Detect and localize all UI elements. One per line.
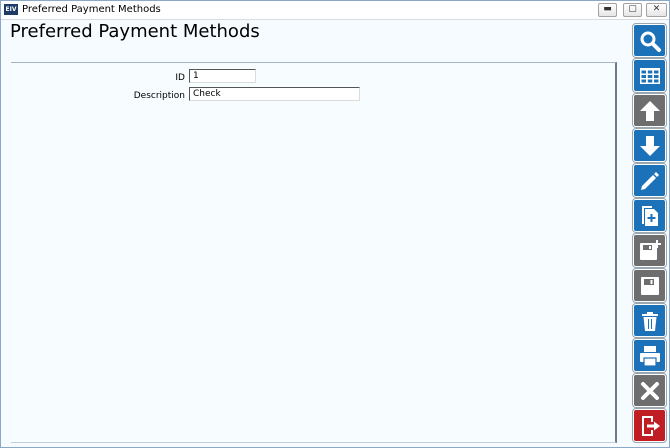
grid-view-button[interactable] <box>633 59 666 92</box>
delete-button[interactable] <box>633 304 666 337</box>
page-title: Preferred Payment Methods <box>10 21 260 42</box>
arrow-down-icon <box>639 135 660 156</box>
id-label: ID <box>175 73 185 83</box>
exit-button[interactable] <box>633 409 666 442</box>
search-icon <box>640 31 661 52</box>
save-button[interactable] <box>633 269 666 302</box>
id-field[interactable]: 1 <box>189 69 256 83</box>
exit-door-icon <box>641 415 660 436</box>
arrow-up-icon <box>639 100 660 121</box>
search-button[interactable] <box>633 24 666 57</box>
trash-icon <box>641 311 658 331</box>
maximize-button[interactable]: ▢ <box>623 3 642 17</box>
pencil-icon <box>640 171 659 190</box>
window-title: Preferred Payment Methods <box>22 4 161 15</box>
minimize-button[interactable]: ▬ <box>598 3 617 17</box>
close-window-button[interactable]: ✕ <box>646 3 667 17</box>
description-field[interactable]: Check <box>189 87 360 101</box>
app-logo-icon: EIV <box>4 4 18 15</box>
save-new-icon <box>639 239 661 260</box>
form-panel <box>11 62 617 443</box>
cancel-button[interactable] <box>633 374 666 407</box>
print-icon <box>639 345 660 367</box>
app-window: EIV Preferred Payment Methods ▬ ▢ ✕ Pref… <box>0 0 670 448</box>
new-record-button[interactable] <box>633 199 666 232</box>
grid-icon <box>639 67 660 84</box>
next-record-button[interactable] <box>633 129 666 162</box>
edit-button[interactable] <box>633 164 666 197</box>
save-new-button[interactable] <box>633 234 666 267</box>
print-button[interactable] <box>633 339 666 372</box>
title-bar[interactable]: EIV Preferred Payment Methods ▬ ▢ ✕ <box>1 1 669 20</box>
description-label: Description <box>133 91 185 101</box>
new-document-icon <box>641 205 658 226</box>
cancel-x-icon <box>640 381 659 400</box>
previous-record-button[interactable] <box>633 94 666 127</box>
save-icon <box>640 276 659 295</box>
